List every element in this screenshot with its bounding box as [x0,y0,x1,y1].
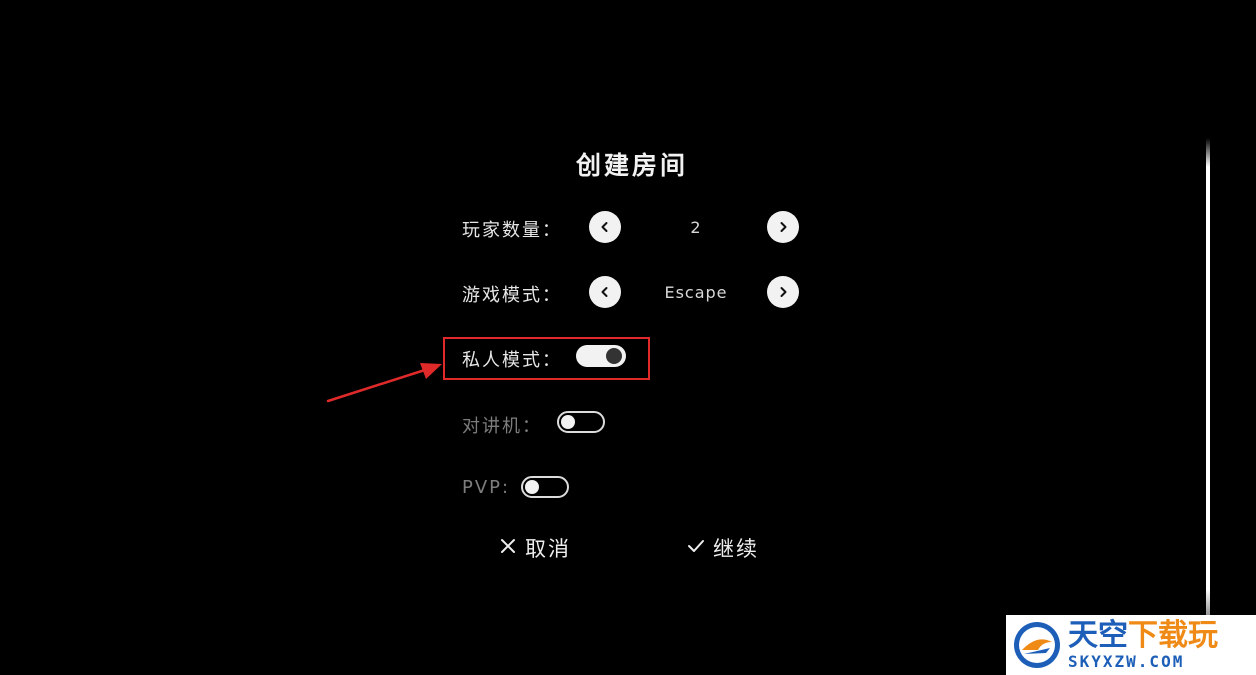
watermark: 天空下载玩 SKYXZW.COM [1006,615,1256,675]
watermark-site: SKYXZW.COM [1068,651,1185,671]
pvp-label: PVP: [462,477,511,498]
close-icon [499,536,517,560]
player-count-prev-button[interactable] [589,211,621,243]
watermark-brand-part1: 天空 [1068,617,1128,653]
chevron-right-icon [780,287,787,297]
walkie-talkie-toggle[interactable] [557,411,605,433]
chevron-left-icon [601,287,608,297]
player-count-value: 2 [690,218,702,237]
site-logo-icon [1014,622,1060,668]
player-count-label: 玩家数量： [462,220,562,241]
continue-button[interactable]: 继续 [687,533,759,563]
game-mode-prev-button[interactable] [589,276,621,308]
watermark-brand-part2: 下载玩 [1128,617,1218,653]
chevron-left-icon [601,222,608,232]
scrollbar-track [1206,138,1210,618]
toggle-knob [525,480,539,494]
toggle-knob [561,415,575,429]
game-mode-label: 游戏模式： [462,285,562,306]
chevron-right-icon [780,222,787,232]
cancel-label: 取消 [525,537,571,561]
game-mode-next-button[interactable] [767,276,799,308]
game-mode-value: Escape [664,283,728,302]
annotation-arrow-icon [326,363,442,403]
pvp-toggle[interactable] [521,476,569,498]
continue-label: 继续 [713,537,759,561]
walkie-talkie-label: 对讲机： [462,416,542,437]
highlight-box [443,337,650,380]
dialog-title: 创建房间 [575,151,688,180]
check-icon [687,536,705,560]
cancel-button[interactable]: 取消 [499,533,571,563]
player-count-next-button[interactable] [767,211,799,243]
